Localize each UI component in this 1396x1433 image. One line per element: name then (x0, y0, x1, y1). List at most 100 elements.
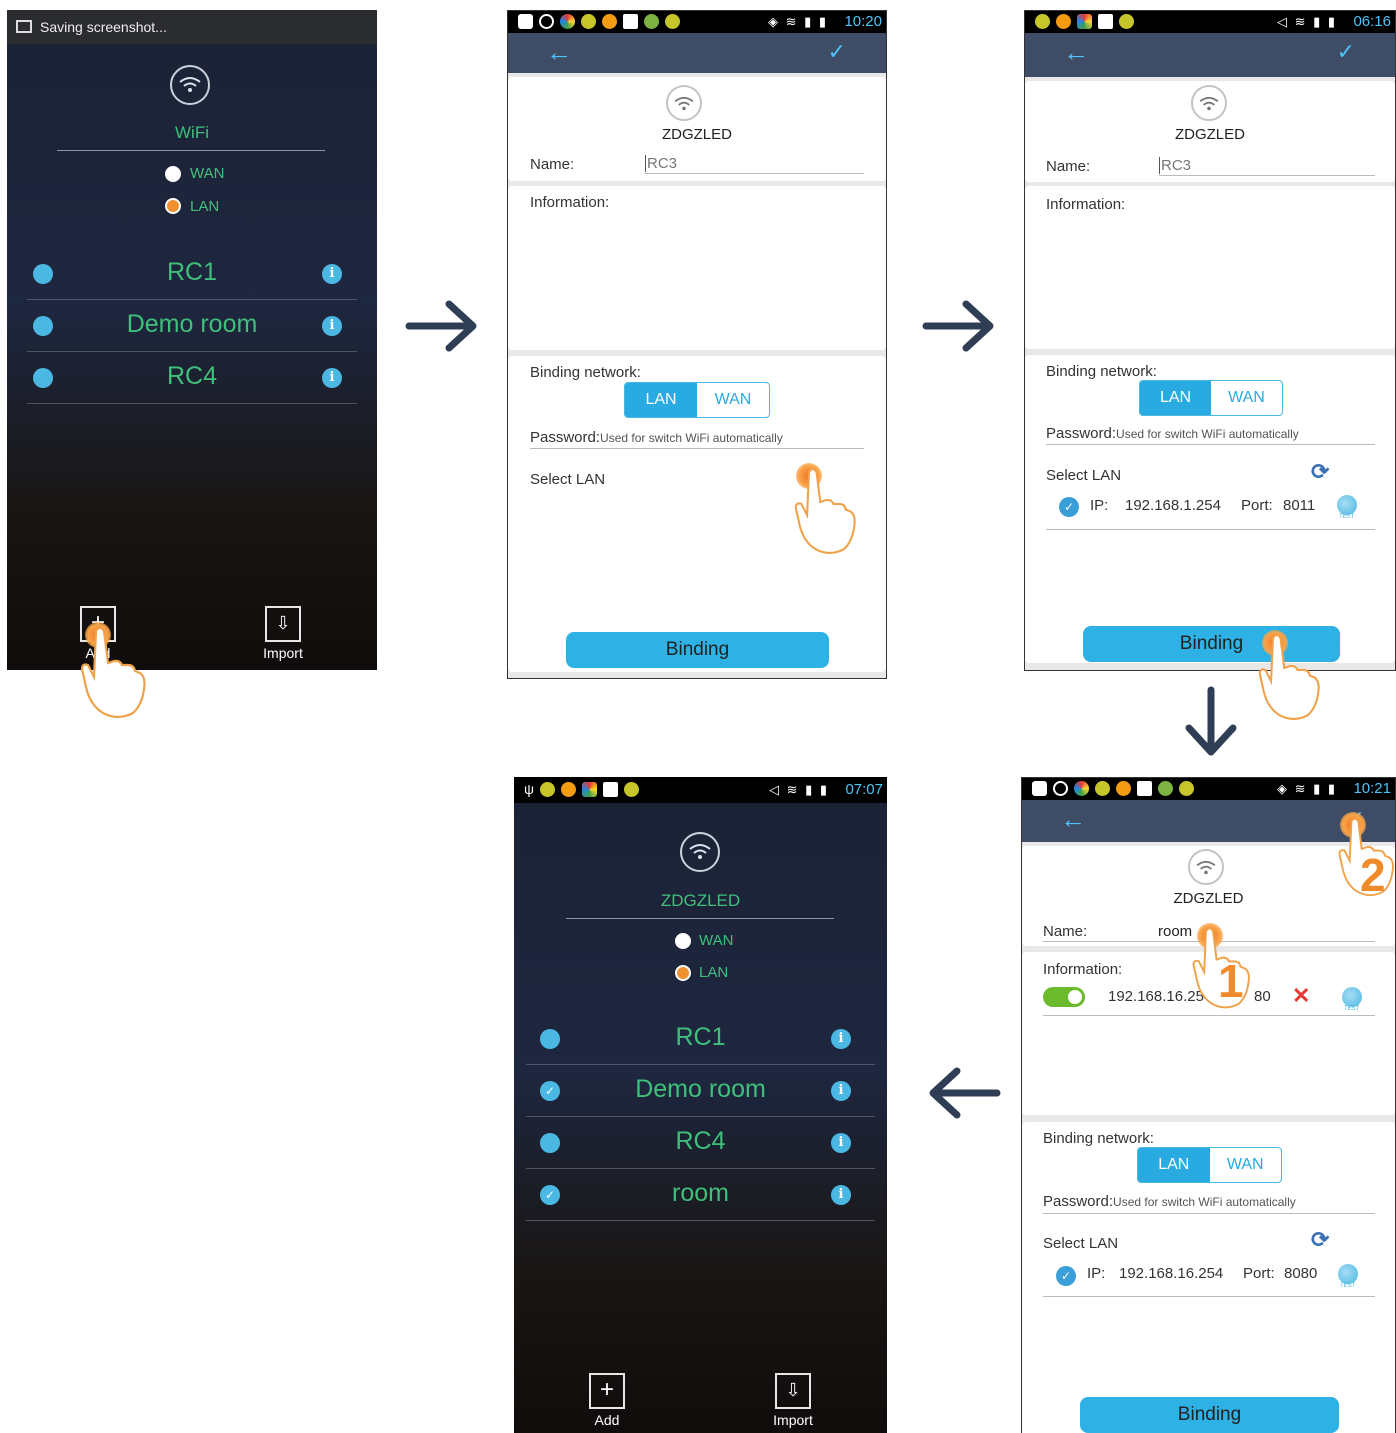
screen-2-bind-form: ◈ ≋ ▮ ▮ 10:20 ← ✓ ZDGZLED Name: RC3 Info… (507, 10, 887, 679)
add-button[interactable]: + Add (587, 1373, 627, 1428)
select-lan-label[interactable]: Select LAN (530, 471, 605, 488)
lan-radio[interactable] (165, 198, 181, 214)
lan-option[interactable]: LAN (1140, 381, 1211, 415)
import-button[interactable]: ⇩ Import (773, 1373, 813, 1428)
globe-test-icon[interactable] (1338, 1264, 1358, 1289)
info-icon[interactable]: i (831, 1185, 851, 1205)
status-icon (1158, 781, 1173, 796)
lan-option[interactable]: LAN (625, 383, 697, 417)
list-item[interactable]: ✓ room i (514, 1169, 887, 1221)
brand-label: WiFi (175, 123, 209, 142)
import-button[interactable]: ⇩ Import (263, 606, 303, 661)
wan-radio[interactable] (675, 933, 691, 949)
password-hint: Used for switch WiFi automatically (1113, 1195, 1296, 1209)
info-icon[interactable]: i (831, 1029, 851, 1049)
name-underline (1159, 175, 1375, 176)
password-underline (1046, 444, 1375, 445)
list-item[interactable]: ✓ Demo room i (514, 1065, 887, 1117)
lan-radio[interactable] (675, 965, 691, 981)
globe-test-icon[interactable] (1342, 987, 1362, 1012)
back-arrow-icon[interactable]: ← (546, 37, 572, 68)
info-icon[interactable]: i (831, 1133, 851, 1153)
wan-radio[interactable] (165, 166, 181, 182)
refresh-icon[interactable]: ⟳ (1311, 459, 1329, 485)
password-label: Password: (1046, 425, 1117, 442)
information-card: Information: (1025, 186, 1395, 349)
password-field[interactable]: Password:Used for switch WiFi automatica… (530, 429, 783, 446)
delete-icon[interactable]: ✕ (1292, 983, 1310, 1009)
status-icon (560, 782, 576, 797)
info-icon[interactable]: i (322, 368, 342, 388)
info-icon[interactable]: i (831, 1081, 851, 1101)
status-bar: ψ ◁ ≋ ▮ ▮ 07:07 (514, 777, 887, 803)
list-item[interactable]: RC4 i (514, 1117, 887, 1169)
binding-button[interactable]: Binding (1080, 1397, 1339, 1433)
network-toggle[interactable]: LAN WAN (624, 382, 770, 418)
name-input[interactable]: RC3 (645, 155, 677, 172)
information-label: Information: (1043, 961, 1123, 978)
status-icon (602, 14, 617, 29)
clock: 10:20 (844, 13, 882, 30)
lan-radio-label: LAN (699, 964, 729, 981)
password-field[interactable]: Password:Used for switch WiFi automatica… (1043, 1193, 1296, 1210)
info-icon[interactable]: i (322, 264, 342, 284)
globe-test-icon[interactable] (1337, 495, 1357, 520)
status-icon (644, 14, 659, 29)
binding-network-label: Binding network: (1043, 1130, 1154, 1147)
info-icon[interactable]: i (322, 316, 342, 336)
back-arrow-icon[interactable]: ← (1060, 804, 1086, 835)
status-icon (1032, 781, 1047, 796)
wan-option[interactable]: WAN (697, 383, 769, 417)
list-item[interactable]: RC1 i (514, 1013, 887, 1065)
check-icon[interactable]: ✓ (1056, 1266, 1076, 1286)
wan-option[interactable]: WAN (1210, 1148, 1282, 1182)
device-name: ZDGZLED (661, 126, 732, 143)
lan-option[interactable]: LAN (1138, 1148, 1210, 1182)
wifi-icon (666, 85, 702, 121)
binding-card: Binding network: LAN WAN Password:Used f… (1025, 355, 1395, 663)
name-input[interactable]: RC3 (1159, 157, 1191, 174)
password-field[interactable]: Password:Used for switch WiFi automatica… (1046, 425, 1299, 442)
network-toggle[interactable]: LAN WAN (1137, 1147, 1282, 1183)
hand-pointer-icon (1258, 634, 1320, 720)
status-icon (1053, 781, 1068, 796)
lan-row-underline (1043, 1296, 1375, 1297)
status-icon (560, 14, 575, 29)
wan-option[interactable]: WAN (1211, 381, 1282, 415)
checkmark-icon[interactable]: ✓ (1337, 39, 1355, 65)
binding-network-label: Binding network: (530, 364, 641, 381)
status-icon (623, 782, 639, 797)
name-underline (645, 173, 864, 174)
list-item[interactable]: RC1 i (7, 248, 377, 300)
information-card: Information: (508, 186, 886, 350)
network-toggle[interactable]: LAN WAN (1139, 380, 1283, 416)
back-arrow-icon[interactable]: ← (1063, 37, 1089, 68)
plus-icon: + (589, 1373, 625, 1409)
status-icon (1095, 781, 1110, 796)
checkmark-icon[interactable]: ✓ (828, 39, 846, 65)
name-input[interactable]: room (1158, 923, 1192, 940)
port-value: 8011 (1283, 497, 1316, 514)
device-name: ZDGZLED (1174, 126, 1245, 143)
divider (566, 918, 834, 919)
status-icon (665, 14, 680, 29)
binding-network-label: Binding network: (1046, 363, 1157, 380)
status-icon (1077, 14, 1092, 29)
ip-label: IP: (1087, 1265, 1106, 1282)
check-icon[interactable]: ✓ (1059, 497, 1079, 517)
info-row-underline (1043, 1015, 1375, 1016)
screen-1-device-list: Saving screenshot... WiFi WAN LAN RC1 i … (7, 10, 377, 670)
status-icon (539, 782, 555, 797)
enable-toggle[interactable] (1043, 987, 1085, 1007)
divider (27, 403, 357, 404)
port-label: Port: (1243, 1265, 1275, 1282)
brand-label: ZDGZLED (660, 891, 741, 910)
ip-value: 192.168.1.254 (1125, 497, 1221, 514)
list-item[interactable]: RC4 i (7, 352, 377, 404)
image-icon (16, 20, 32, 33)
status-icon (1056, 14, 1071, 29)
status-icon (539, 14, 554, 29)
binding-button[interactable]: Binding (566, 632, 829, 668)
list-item[interactable]: Demo room i (7, 300, 377, 352)
refresh-icon[interactable]: ⟳ (1311, 1227, 1329, 1253)
